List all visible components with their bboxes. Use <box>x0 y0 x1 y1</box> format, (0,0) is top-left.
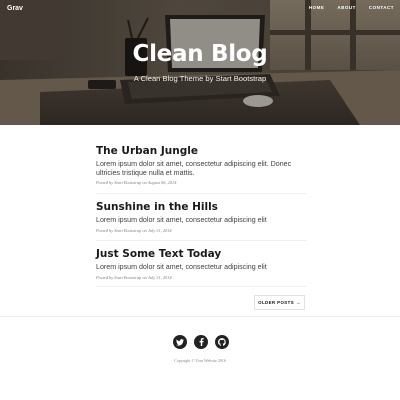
post-preview[interactable]: Just Some Text Today Lorem ipsum dolor s… <box>96 248 306 280</box>
nav-link-home[interactable]: HOME <box>309 5 325 10</box>
post-preview[interactable]: Sunshine in the Hills Lorem ipsum dolor … <box>96 201 306 233</box>
copyright-text: Copyright © Your Website 2016 <box>174 358 226 363</box>
post-divider <box>96 193 306 194</box>
site-subtitle: A Clean Blog Theme by Start Bootstrap <box>133 74 267 83</box>
social-links <box>173 335 229 349</box>
top-navbar: Grav HOME ABOUT CONTACT <box>0 0 400 18</box>
footer-divider <box>0 316 400 317</box>
site-heading: Clean Blog A Clean Blog Theme by Start B… <box>0 40 400 83</box>
post-divider <box>96 286 306 287</box>
twitter-icon <box>176 338 184 346</box>
post-meta: Posted by Start Bootstrap on July 31, 20… <box>96 227 172 233</box>
nav-links: HOME ABOUT CONTACT <box>309 5 394 10</box>
site-title: Clean Blog <box>132 41 268 67</box>
arrow-right-icon: → <box>296 300 301 305</box>
facebook-icon <box>199 338 204 346</box>
post-title[interactable]: The Urban Jungle <box>96 145 306 158</box>
post-meta: Posted by Start Bootstrap on August 06, … <box>96 180 177 186</box>
post-divider <box>96 240 306 241</box>
nav-link-contact[interactable]: CONTACT <box>369 5 394 10</box>
github-icon <box>218 338 226 346</box>
facebook-link[interactable] <box>194 335 208 349</box>
older-posts-button[interactable]: OLDER POSTS → <box>254 295 305 310</box>
nav-link-about[interactable]: ABOUT <box>337 5 356 10</box>
post-subtitle[interactable]: Lorem ipsum dolor sit amet, consectetur … <box>96 160 306 177</box>
post-title[interactable]: Just Some Text Today <box>96 248 306 261</box>
post-meta: Posted by Start Bootstrap on July 31, 20… <box>96 274 172 280</box>
github-link[interactable] <box>215 335 229 349</box>
older-posts-label: OLDER POSTS <box>258 300 295 305</box>
twitter-link[interactable] <box>173 335 187 349</box>
post-subtitle[interactable]: Lorem ipsum dolor sit amet, consectetur … <box>96 216 306 225</box>
post-subtitle[interactable]: Lorem ipsum dolor sit amet, consectetur … <box>96 263 306 272</box>
post-preview[interactable]: The Urban Jungle Lorem ipsum dolor sit a… <box>96 145 306 185</box>
masthead: Grav HOME ABOUT CONTACT Clean Blog A Cle… <box>0 0 400 125</box>
post-title[interactable]: Sunshine in the Hills <box>96 201 306 214</box>
brand-link[interactable]: Grav <box>7 5 23 12</box>
